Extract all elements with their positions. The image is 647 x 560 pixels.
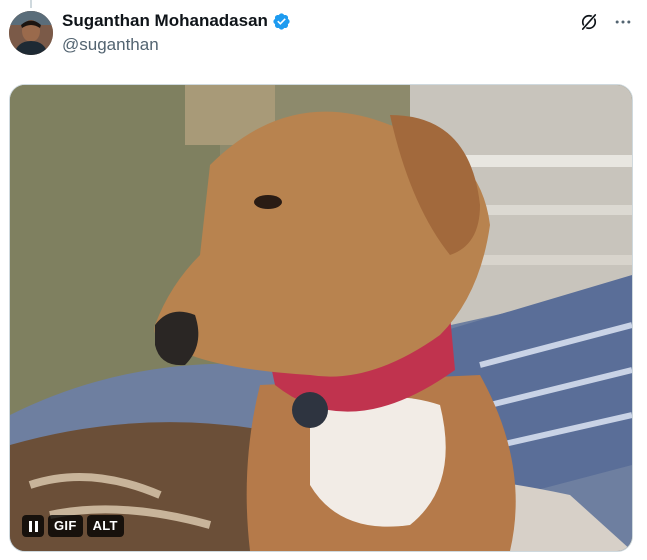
verified-badge-icon [273,12,290,30]
gif-frame-dog [10,85,632,551]
author-handle[interactable]: @suganthan [62,35,159,55]
gif-badge: GIF [48,515,83,537]
more-icon[interactable] [613,12,633,32]
alt-text-button[interactable]: ALT [86,515,124,537]
author-display-name[interactable]: Suganthan Mohanadasan [62,11,268,31]
tweet-media-gif[interactable]: GIF ALT [9,84,633,552]
avatar[interactable] [9,11,53,55]
grok-icon[interactable] [579,12,599,32]
thread-connector-line [30,0,32,8]
pause-icon[interactable] [22,515,44,537]
